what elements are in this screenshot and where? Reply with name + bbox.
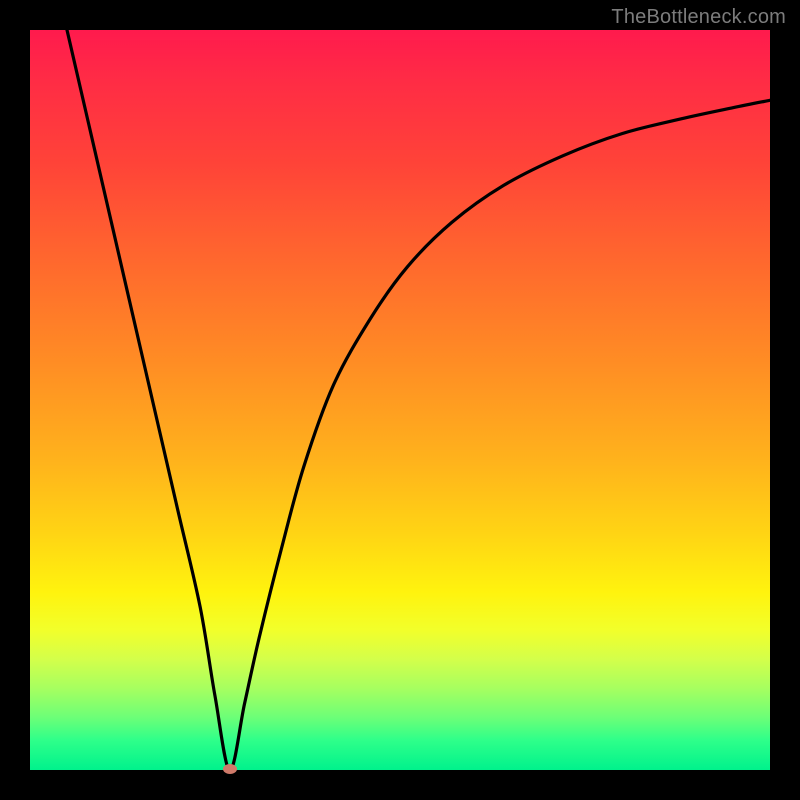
curve-minimum-marker [223,764,237,774]
chart-frame: TheBottleneck.com [0,0,800,800]
plot-area [30,30,770,770]
watermark-text: TheBottleneck.com [611,6,786,29]
bottleneck-curve [30,30,770,770]
